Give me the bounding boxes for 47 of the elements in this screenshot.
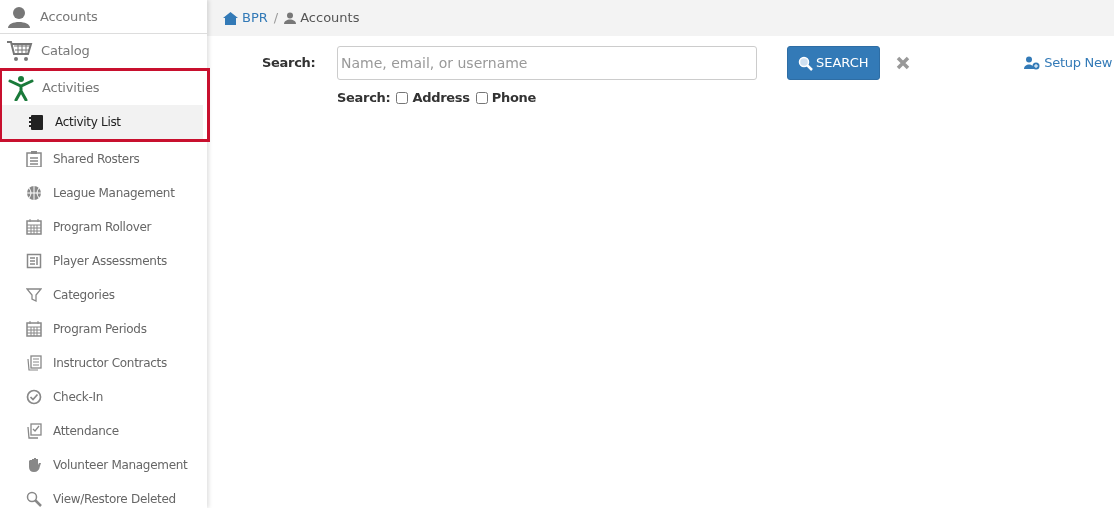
- checkbox-label: Address: [412, 89, 470, 107]
- search-options-label: Search:: [337, 89, 391, 107]
- setup-new-link[interactable]: Setup New: [1024, 53, 1112, 73]
- magnifier-icon: [26, 491, 42, 507]
- basketball-icon: [26, 185, 42, 201]
- sidebar-subitem[interactable]: League Management: [0, 176, 203, 210]
- hand-icon: [26, 457, 42, 473]
- home-icon: [223, 11, 238, 25]
- close-icon[interactable]: [895, 56, 910, 70]
- clipboard-icon: [26, 151, 42, 167]
- calendar-icon: [26, 219, 42, 235]
- sidebar-subitem[interactable]: Check-In: [0, 380, 203, 414]
- checkbox[interactable]: [396, 91, 409, 104]
- breadcrumb-current: Accounts: [300, 9, 360, 28]
- checklist-icon: [26, 423, 42, 439]
- breadcrumb-link[interactable]: BPR: [242, 8, 268, 28]
- breadcrumb-separator: /: [273, 9, 279, 28]
- checkbox-label: Phone: [491, 89, 536, 107]
- sidebar-item[interactable]: Activities: [2, 71, 207, 105]
- filter-icon: [26, 287, 42, 303]
- person-icon: [6, 5, 32, 28]
- calendar-icon: [26, 321, 42, 337]
- sidebar-subitem[interactable]: Volunteer Management: [0, 448, 203, 482]
- sidebar-subitem[interactable]: Program Periods: [0, 312, 203, 346]
- checkbox[interactable]: [475, 91, 488, 104]
- sidebar-item[interactable]: Accounts: [0, 0, 207, 34]
- papers-icon: [26, 355, 42, 371]
- sidebar-subitem[interactable]: Program Rollover: [0, 210, 203, 244]
- search-label: Search:: [262, 54, 317, 73]
- sidebar-subitem[interactable]: Categories: [0, 278, 203, 312]
- sidebar-subitem[interactable]: View/Restore Deleted: [0, 482, 203, 508]
- sidebar-subitem[interactable]: Player Assessments: [0, 244, 203, 278]
- cart-icon: [6, 39, 33, 63]
- search-icon: [798, 55, 813, 71]
- check-circle-icon: [26, 389, 42, 405]
- sidebar-subitem[interactable]: Shared Rosters: [0, 142, 203, 176]
- sidebar-subitem[interactable]: Instructor Contracts: [0, 346, 203, 380]
- search-field[interactable]: Name, email, or username: [337, 46, 757, 80]
- figure-icon: [8, 75, 34, 101]
- sidebar-subitem[interactable]: Activity List: [2, 105, 203, 139]
- sidebar-subitem[interactable]: Attendance: [0, 414, 203, 448]
- sidebar-item[interactable]: Catalog: [0, 34, 207, 68]
- add-person-icon: [1024, 56, 1041, 70]
- document-icon: [26, 253, 42, 269]
- person-icon: [284, 12, 297, 24]
- search-button[interactable]: SEARCH: [787, 46, 880, 80]
- notebook-icon: [28, 114, 44, 130]
